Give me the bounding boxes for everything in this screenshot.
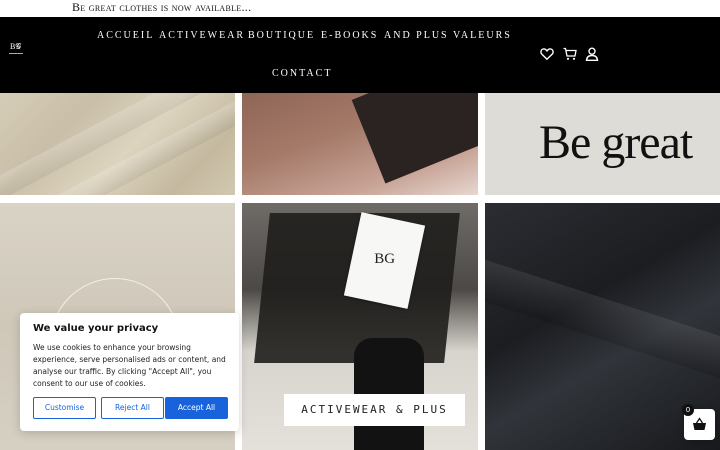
cookie-consent-banner: We value your privacy We use cookies to … bbox=[20, 313, 239, 431]
be-great-image[interactable]: Be great bbox=[485, 93, 720, 195]
cookie-description: We use cookies to enhance your browsing … bbox=[33, 343, 226, 388]
nav-boutique[interactable]: BOUTIQUE bbox=[248, 30, 315, 42]
announcement-text: Be great clothes is now available... bbox=[72, 0, 252, 14]
beige-fabric-image[interactable] bbox=[0, 93, 235, 195]
nav-contact[interactable]: CONTACT bbox=[272, 68, 332, 80]
site-logo[interactable]: B𝓖 bbox=[9, 43, 23, 59]
customise-button[interactable]: Customise bbox=[33, 397, 96, 419]
logo-rule bbox=[9, 53, 23, 55]
brand-monogram-icon: BG bbox=[374, 251, 396, 268]
announcement-bar: Be great clothes is now available... bbox=[0, 0, 720, 17]
fabric-shadow bbox=[351, 93, 478, 184]
fabric-fold bbox=[485, 257, 720, 389]
nav-activewear[interactable]: ACTIVEWEAR bbox=[159, 30, 245, 42]
cookie-title: We value your privacy bbox=[33, 323, 159, 334]
nav-accueil[interactable]: ACCUEIL bbox=[97, 30, 154, 42]
site-header: B𝓖 ACCUEIL ACTIVEWEAR BOUTIQUE E-BOOKS A… bbox=[0, 17, 720, 93]
user-icon[interactable] bbox=[585, 46, 599, 61]
basket-icon bbox=[693, 417, 706, 430]
activewear-image[interactable]: BG ACTIVEWEAR & PLUS bbox=[242, 203, 478, 450]
nav-valeurs[interactable]: VALEURS bbox=[453, 30, 512, 42]
nav-and-plus[interactable]: AND PLUS bbox=[384, 30, 449, 42]
rose-fabric-image[interactable] bbox=[242, 93, 478, 195]
cart-count-badge: 0 bbox=[682, 404, 694, 416]
nav-e-books[interactable]: E-BOOKS bbox=[321, 30, 378, 42]
reject-all-button[interactable]: Reject All bbox=[101, 397, 164, 419]
logo-monogram-icon: B𝓖 bbox=[10, 42, 21, 51]
heart-icon[interactable] bbox=[540, 46, 554, 61]
accept-all-button[interactable]: Accept All bbox=[165, 397, 228, 419]
activewear-caption[interactable]: ACTIVEWEAR & PLUS bbox=[284, 394, 465, 426]
be-great-text: Be great bbox=[539, 116, 693, 169]
cart-icon[interactable] bbox=[563, 46, 577, 60]
